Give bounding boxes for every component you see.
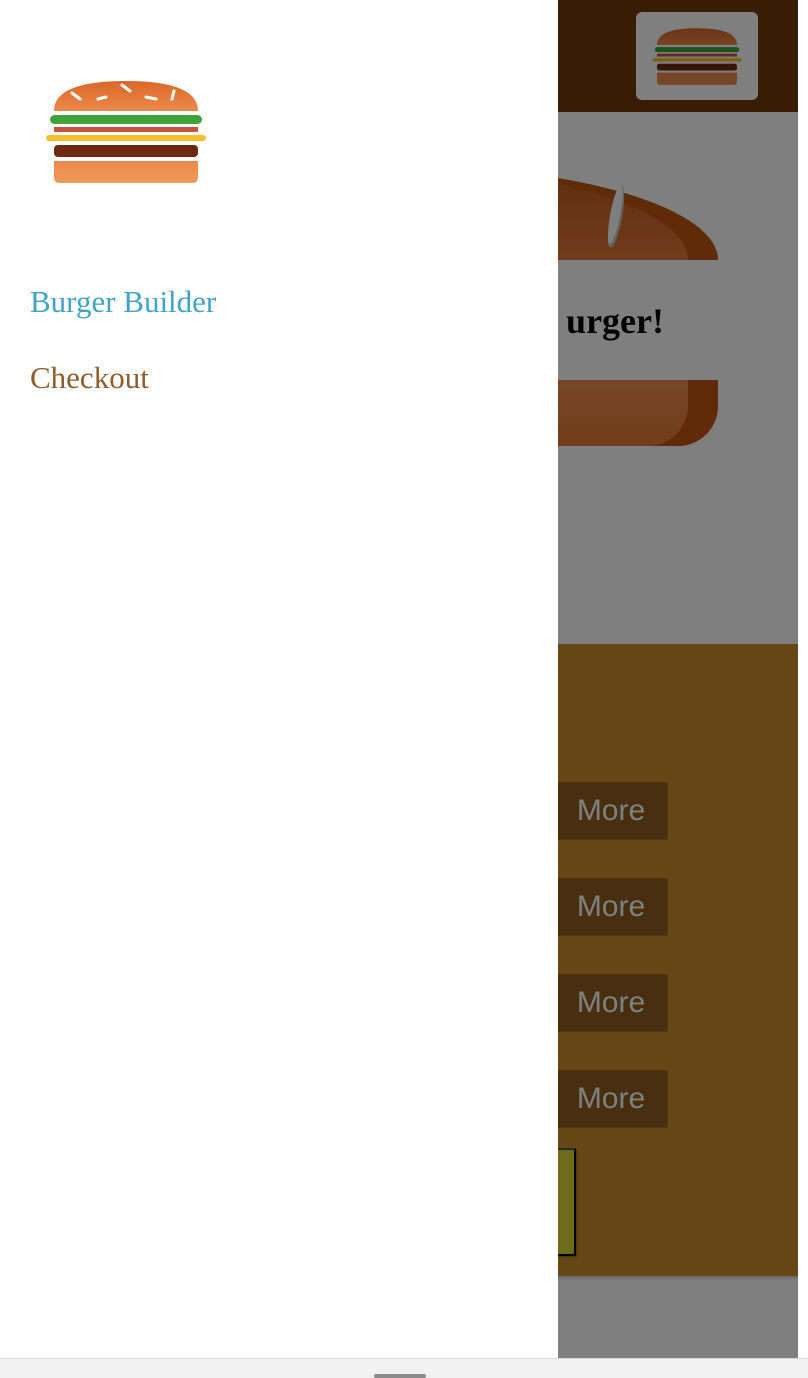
scroll-handle[interactable]: [374, 1374, 426, 1378]
navigation-items: Burger Builder Checkout: [30, 284, 216, 436]
scrollbar-track: [798, 0, 808, 1358]
nav-item-checkout[interactable]: Checkout: [30, 360, 216, 396]
burger-logo-icon: [46, 81, 206, 183]
bottom-scroll-bar: [0, 1358, 808, 1378]
side-drawer: Burger Builder Checkout: [0, 0, 558, 1358]
nav-item-burger-builder[interactable]: Burger Builder: [30, 284, 216, 320]
drawer-logo[interactable]: [44, 76, 208, 191]
